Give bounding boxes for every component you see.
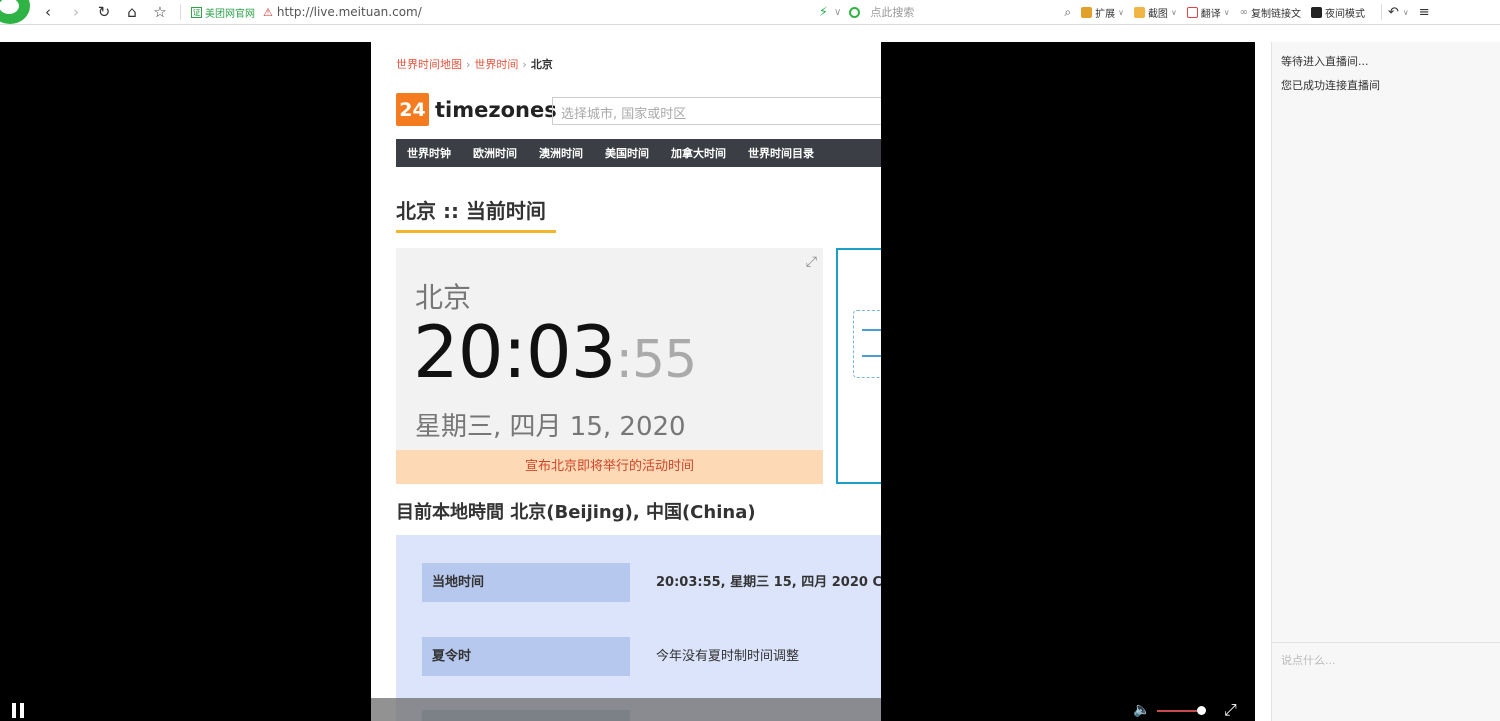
- extensions-label: 扩展: [1095, 8, 1116, 20]
- breadcrumb-item[interactable]: 世界时间地图: [396, 58, 462, 71]
- fullscreen-icon[interactable]: ⤢: [1224, 700, 1237, 720]
- logo-number: 24: [396, 93, 429, 126]
- night-mode-icon: [1311, 6, 1322, 18]
- extensions-icon: [1081, 6, 1093, 18]
- copy-link-button[interactable]: ∞ 复制链接文: [1240, 5, 1301, 20]
- screenshot-button[interactable]: 截图 ∨: [1133, 5, 1177, 20]
- info-label: 夏令时: [422, 637, 630, 676]
- side-panel-box: [853, 310, 881, 378]
- chat-message: 您已成功连接直播间: [1281, 79, 1380, 92]
- menu-icon[interactable]: ≡: [1419, 5, 1430, 20]
- search-icon[interactable]: ⌕: [1064, 5, 1071, 20]
- expand-icon[interactable]: ⤢: [806, 254, 817, 270]
- side-panel-line: [862, 355, 881, 357]
- nav-item[interactable]: 欧洲时间: [462, 145, 528, 161]
- translate-icon: [1186, 6, 1198, 18]
- chat-divider: [1272, 642, 1500, 643]
- pause-icon[interactable]: [12, 703, 26, 718]
- shared-screen: 世界时间地图 › 世界时间 › 北京 24 timezones 选择城市, 国家或时区 …: [371, 42, 881, 721]
- insecure-content-icon[interactable]: ⚠: [263, 6, 273, 19]
- search-placeholder: 点此搜索: [870, 6, 915, 19]
- clock-hours-minutes: 20:03: [413, 310, 616, 394]
- address-dropdown-icon[interactable]: ∨: [834, 7, 841, 18]
- volume-slider[interactable]: [1157, 710, 1201, 712]
- volume-slider-handle[interactable]: [1197, 706, 1206, 715]
- video-controls: 🔈 ⤢: [0, 698, 1255, 721]
- clock-date: 星期三, 四月 15, 2020: [415, 412, 686, 442]
- clock-time: 20:03:55: [413, 310, 698, 394]
- side-panel-line: [862, 329, 881, 331]
- info-table: 当地时间 20:03:55, 星期三 15, 四月 2020 CST 夏令时 今…: [396, 535, 881, 721]
- breadcrumb-current: 北京: [530, 58, 553, 71]
- side-panel: [836, 248, 881, 484]
- chevron-down-icon[interactable]: ∨: [1403, 8, 1409, 17]
- event-banner[interactable]: 宣布北京即将举行的活动时间: [396, 450, 823, 484]
- toolbar-divider: [180, 4, 181, 20]
- breadcrumb-arrow-icon: ›: [466, 58, 471, 71]
- speed-mode-icon[interactable]: ⚡: [819, 5, 828, 20]
- browser-logo-icon[interactable]: [0, 0, 34, 25]
- toolbar-divider: [1381, 4, 1382, 20]
- certificate-label: 美团网官网: [205, 8, 255, 20]
- nav-item[interactable]: 美国时间: [594, 145, 660, 161]
- clock-seconds: :55: [615, 330, 698, 390]
- translate-button[interactable]: 翻译 ∨: [1186, 5, 1230, 20]
- chevron-down-icon: ∨: [1170, 7, 1177, 17]
- chat-panel: 等待进入直播间... 您已成功连接直播间 说点什么...: [1271, 42, 1500, 721]
- scissors-icon: [1133, 6, 1145, 18]
- refresh-icon[interactable]: ↻: [90, 0, 118, 25]
- chevron-down-icon: ∨: [1118, 7, 1124, 17]
- address-bar[interactable]: http://live.meituan.com/: [277, 5, 797, 19]
- search-engine-icon[interactable]: [849, 6, 861, 18]
- site-nav: 世界时钟 欧洲时间 澳洲时间 美国时间 加拿大时间 世界时间目录: [396, 139, 881, 167]
- nav-item[interactable]: 世界时钟: [396, 145, 462, 161]
- bookmark-star-icon[interactable]: ☆: [146, 0, 174, 25]
- screenshot-label: 截图: [1147, 8, 1168, 20]
- search-input[interactable]: 点此搜索: [849, 4, 1064, 20]
- night-mode-button[interactable]: 夜间模式: [1311, 5, 1365, 20]
- certificate-badge[interactable]: 证 美团网官网: [191, 5, 255, 20]
- title-underline: [396, 230, 556, 233]
- local-time-heading: 目前本地時間 北京(Beijing), 中国(China): [396, 502, 756, 523]
- logo-word: timezones: [435, 97, 557, 122]
- undo-icon[interactable]: ↶: [1388, 5, 1399, 20]
- back-icon[interactable]: ‹: [34, 0, 62, 25]
- extensions-button[interactable]: 扩展 ∨: [1081, 5, 1124, 20]
- browser-toolbar: ‹ › ↻ ⌂ ☆ 证 美团网官网 ⚠ http://live.meituan.…: [0, 0, 1500, 25]
- nav-item[interactable]: 加拿大时间: [660, 145, 737, 161]
- city-search-input[interactable]: 选择城市, 国家或时区: [552, 97, 881, 125]
- info-value: 今年没有夏时制时间调整: [656, 649, 800, 664]
- night-mode-label: 夜间模式: [1325, 8, 1365, 20]
- page-title: 北京 :: 当前时间: [396, 199, 546, 223]
- chat-input[interactable]: 说点什么...: [1281, 652, 1336, 668]
- link-icon: ∞: [1239, 6, 1248, 18]
- info-value: 20:03:55, 星期三 15, 四月 2020 CST: [656, 575, 881, 590]
- copy-link-label: 复制链接文: [1251, 8, 1301, 20]
- site-logo[interactable]: 24 timezones: [396, 93, 557, 126]
- info-label: 当地时间: [422, 563, 630, 602]
- breadcrumb-item[interactable]: 世界时间: [474, 58, 518, 71]
- certificate-icon: 证: [191, 6, 202, 18]
- nav-item[interactable]: 澳洲时间: [528, 145, 594, 161]
- clock-card: ⤢ 北京 20:03:55 星期三, 四月 15, 2020 宣布北京即将举行的…: [396, 248, 823, 484]
- chevron-down-icon: ∨: [1223, 7, 1230, 17]
- volume-icon[interactable]: 🔈: [1133, 702, 1150, 718]
- forward-icon[interactable]: ›: [62, 0, 90, 25]
- chat-message: 等待进入直播间...: [1281, 55, 1369, 68]
- video-player[interactable]: 世界时间地图 › 世界时间 › 北京 24 timezones 选择城市, 国家或时区 …: [0, 42, 1255, 721]
- breadcrumb-arrow-icon: ›: [522, 58, 527, 71]
- nav-item[interactable]: 世界时间目录: [737, 145, 825, 161]
- breadcrumb: 世界时间地图 › 世界时间 › 北京: [396, 56, 553, 72]
- translate-label: 翻译: [1200, 8, 1221, 20]
- home-icon[interactable]: ⌂: [118, 0, 146, 25]
